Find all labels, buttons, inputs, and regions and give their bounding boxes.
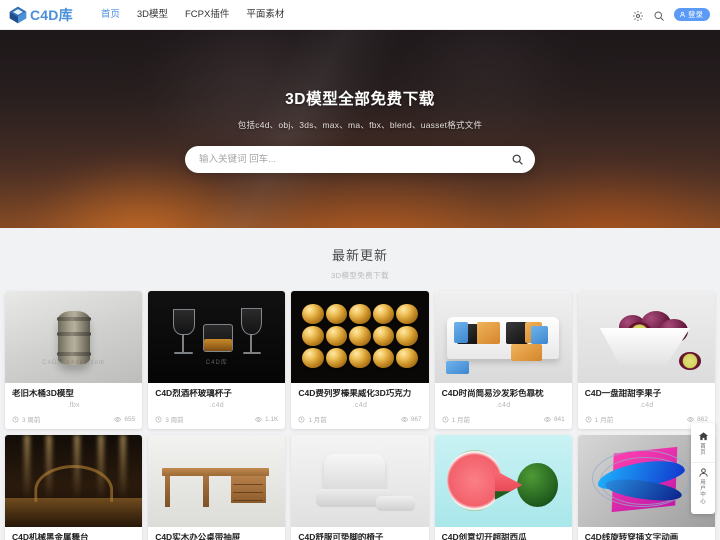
dock-item-home[interactable]: 首页 [691,427,715,462]
home-icon [698,432,708,441]
section-header: 最新更新 3D模型免费下载 [0,228,720,291]
hero-banner: 3D模型全部免费下载 包括c4d、obj、3ds、max、ma、fbx、blen… [0,30,720,228]
model-card[interactable]: C4D实木办公桌带抽屉 .c4d [148,435,286,540]
card-meta: 3 周前 1.1K [155,414,278,424]
card-title: C4D一盘甜甜李果子 [584,389,662,398]
card-thumbnail[interactable] [291,291,429,383]
hero-title: 3D模型全部免费下载 [285,91,435,108]
card-format: .c4d [209,402,224,410]
card-views: 967 [410,415,422,423]
card-title: C4D费列罗榛果威化3D巧克力 [298,389,412,398]
card-title: C4D线旋转穿插文字动画 [584,533,679,540]
card-thumbnail[interactable] [148,435,286,528]
thumbnail-watermark: C4D库 [205,360,228,367]
card-meta: 1 月前 841 [442,414,565,424]
model-card[interactable]: C4D一盘甜甜李果子 .c4d 1 月前 862 [577,291,715,430]
eye-icon [114,416,122,422]
card-title: 老旧木桶3D模型 [12,389,74,398]
floating-dock: 首页 用户中心 [691,423,715,514]
card-views: 862 [697,415,708,423]
dock-label-user-center: 用户中心 [700,479,706,505]
card-title: C4D创意切开超甜西瓜 [441,533,527,540]
cube-logo-icon [8,5,28,25]
card-format: .c4d [639,402,654,410]
clock-icon [12,416,19,423]
card-time: 1 月前 [451,417,471,425]
card-format: .c4d [352,402,368,410]
hero-subtitle: 包括c4d、obj、3ds、max、ma、fbx、blend、uasset格式文… [237,120,483,130]
model-card[interactable]: C4D时尚简易沙发彩色靠枕 .c4d 1 月前 841 [434,291,572,430]
card-views: 841 [553,415,565,423]
card-title: C4D舒服可垫脚的椅子 [298,533,384,540]
section-title: 最新更新 [331,248,388,263]
card-format: .c4d [495,402,511,410]
card-time: 3 周前 [165,417,184,425]
login-label: 登录 [688,9,703,19]
thumbnail-watermark: C4D库 c4dku.com [42,360,105,367]
dock-label-home: 首页 [700,444,706,457]
card-format: .fbx [67,402,80,410]
card-time: 3 周前 [22,417,41,425]
nav-item-3d-models[interactable]: 3D模型 [137,10,168,20]
card-thumbnail[interactable] [5,435,143,528]
eye-icon [255,416,262,422]
card-title: C4D实木办公桌带抽屉 [155,533,241,540]
gear-icon[interactable] [632,9,644,21]
search-icon[interactable] [653,9,665,21]
card-time: 1 月前 [594,417,614,425]
search-submit-icon[interactable] [511,153,524,166]
card-views: 655 [124,415,136,423]
card-title: C4D机械黑金属舞台 [12,533,89,540]
nav-item-home[interactable]: 首页 [101,10,120,20]
card-meta: 1 月前 862 [585,414,708,424]
clock-icon [298,416,305,423]
eye-icon [544,416,551,422]
search-input[interactable] [199,154,511,165]
model-card[interactable]: C4D创意切开超甜西瓜 .c4d [434,435,572,540]
card-meta: 1 月前 967 [298,414,422,425]
card-thumbnail[interactable] [291,435,429,528]
clock-icon [155,416,162,423]
eye-icon [400,416,408,422]
model-card[interactable]: C4D库 c4dku.com 老旧木桶3D模型 .fbx 3 周前 655 [5,291,143,430]
hero-search-bar[interactable] [185,146,535,173]
site-header: C4D库 首页 3D模型 FCPX插件 平面素材 登录 [0,0,720,30]
model-card[interactable]: C4D舒服可垫脚的椅子 .c4d [291,435,429,540]
card-thumbnail[interactable]: C4D库 [148,291,286,383]
nav-item-fcpx-plugins[interactable]: FCPX插件 [185,10,229,20]
card-meta: 3 周前 655 [12,414,135,424]
card-views: 1.1K [265,415,279,423]
main-nav: 首页 3D模型 FCPX插件 平面素材 [101,10,285,20]
clock-icon [585,416,592,423]
dock-item-user-center[interactable]: 用户中心 [691,461,715,510]
brand-text: C4D库 [30,6,73,23]
eye-icon [687,416,695,422]
card-thumbnail[interactable] [434,435,572,528]
model-card[interactable]: C4D机械黑金属舞台 .c4d [5,435,143,540]
card-thumbnail[interactable] [434,291,572,383]
brand-logo[interactable]: C4D库 [8,5,73,25]
user-icon [679,11,686,18]
card-thumbnail[interactable]: C4D库 c4dku.com [5,291,143,383]
login-button[interactable]: 登录 [674,7,710,22]
section-subtitle: 3D模型免费下载 [331,271,389,280]
card-thumbnail[interactable] [577,291,715,383]
nav-item-graphics[interactable]: 平面素材 [246,10,284,20]
header-actions: 登录 [632,7,710,22]
model-grid: C4D库 c4dku.com 老旧木桶3D模型 .fbx 3 周前 655 C4… [0,291,720,540]
card-title: C4D烈酒杯玻璃杯子 [155,389,232,398]
model-card[interactable]: C4D库 C4D烈酒杯玻璃杯子 .c4d 3 周前 1.1K [148,291,286,430]
model-card[interactable]: C4D费列罗榛果威化3D巧克力 .c4d 1 月前 967 [291,291,429,430]
clock-icon [442,416,449,423]
card-time: 1 月前 [308,417,327,425]
user-icon [698,468,708,477]
card-title: C4D时尚简易沙发彩色靠枕 [441,389,544,398]
